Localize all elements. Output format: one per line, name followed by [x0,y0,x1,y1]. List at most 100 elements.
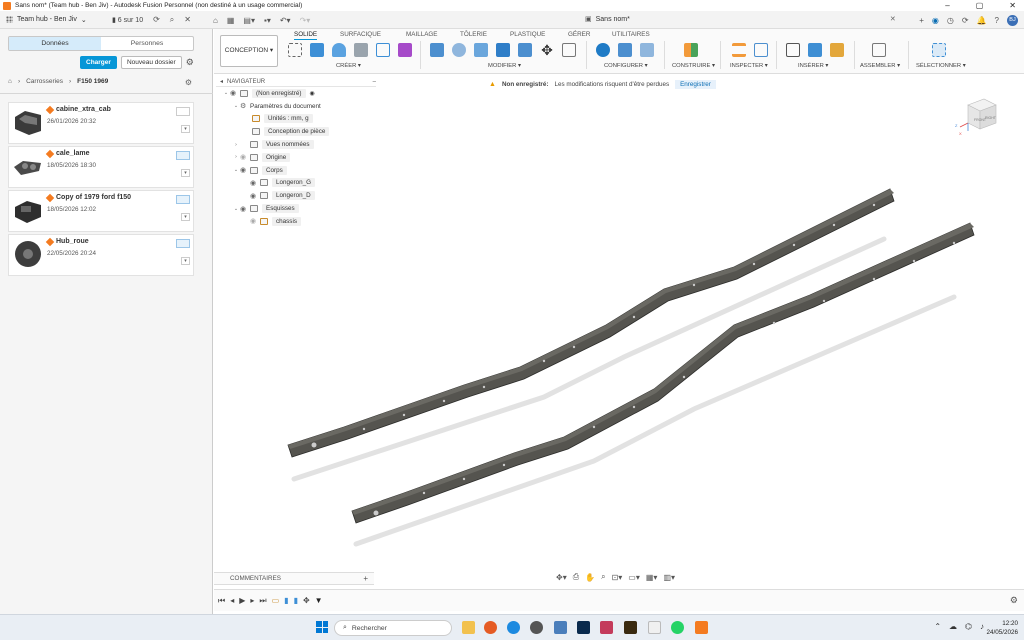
comments-panel[interactable]: COMMENTAIRES + [214,572,374,585]
insert-canvas-icon[interactable] [808,43,822,57]
settings-icon[interactable]: ⚙ [185,78,192,87]
interference-icon[interactable] [754,43,768,57]
add-comment-icon[interactable]: + [363,574,368,583]
firefox-icon[interactable] [484,621,497,634]
file-explorer-icon[interactable] [462,621,475,634]
minimize-button[interactable]: – [945,0,949,11]
timeline-extrude-icon[interactable]: ▮ [284,596,288,605]
chevron-down-icon[interactable]: ◂ [220,78,223,85]
pan-icon[interactable]: ✋ [585,573,595,582]
list-item[interactable]: Hub_roue 22/05/2026 20:24 ▾ [8,234,194,276]
group-assemble[interactable]: ASSEMBLER ▾ [860,63,900,69]
gear-icon[interactable]: ⚙ [186,57,194,68]
workspace-switcher[interactable]: CONCEPTION ▾ [220,35,278,67]
measure-icon[interactable] [732,43,746,57]
select-icon[interactable] [932,43,946,57]
display-settings-icon[interactable]: ▭▾ [628,573,640,582]
hole-icon[interactable] [354,43,368,57]
onedrive-icon[interactable]: ☁ [949,622,957,631]
create-sketch-icon[interactable] [288,43,302,57]
configure-rule-icon[interactable] [640,43,654,57]
job-status-pager[interactable]: ▮ 6 sur 10 [112,16,143,24]
save-icon[interactable]: ▪▾ [264,16,271,25]
help-icon[interactable]: ? [995,16,999,25]
fit-icon[interactable]: ⊡▾ [612,573,623,582]
go-to-end-icon[interactable]: ⏭ [259,596,266,606]
list-item[interactable]: cabine_xtra_cab 26/01/2026 20:32 ▾ [8,102,194,144]
tab-manage[interactable]: GÉRER [568,31,590,38]
viewports-icon[interactable]: ▥▾ [663,573,675,582]
pattern-icon[interactable] [376,43,390,57]
orbit-icon[interactable]: ✥▾ [556,573,567,582]
construct-plane-icon[interactable] [684,43,698,57]
align-icon[interactable] [562,43,576,57]
group-select[interactable]: SÉLECTIONNER ▾ [916,63,966,69]
list-item[interactable]: Copy of 1979 ford f150 18/05/2026 12:02 … [8,190,194,232]
version-button[interactable] [176,107,190,116]
chevron-up-icon[interactable]: ⌃ [934,622,941,631]
home-icon[interactable]: ⌂ [8,78,12,85]
grid-settings-icon[interactable]: ▦▾ [646,573,658,582]
chevron-down-icon[interactable]: ▾ [181,213,190,221]
group-modify[interactable]: MODIFIER ▾ [488,63,521,69]
configure-icon[interactable] [596,43,610,57]
collapse-icon[interactable]: – [373,79,376,85]
zoom-icon[interactable]: ⌕ [601,572,605,582]
hub-selector[interactable]: Team hub - Ben Jiv ⌄ [0,16,112,24]
extensions-icon[interactable]: ◉ [932,16,939,25]
clock[interactable]: 12:20 24/05/2026 [986,619,1018,637]
timeline-sketch-icon[interactable]: ▭ [272,596,280,605]
tab-plastic[interactable]: PLASTIQUE [510,31,545,38]
new-folder-button[interactable]: Nouveau dossier [120,56,182,69]
close-window-button[interactable]: ✕ [1009,0,1016,11]
new-tab-icon[interactable]: + [919,16,924,25]
edge-icon[interactable] [507,621,520,634]
group-create[interactable]: CRÉER ▾ [336,63,361,69]
file-menu-icon[interactable]: ▤▾ [243,16,255,25]
go-to-start-icon[interactable]: ⏮ [218,596,225,606]
undo-icon[interactable]: ↶▾ [280,16,291,25]
close-tab-icon[interactable]: ✕ [890,11,896,29]
group-configure[interactable]: CONFIGURER ▾ [604,63,648,69]
redo-icon[interactable]: ↷▾ [300,16,311,25]
tab-solid[interactable]: SOLIDE [294,31,318,40]
shell-icon[interactable] [496,43,510,57]
search-icon[interactable]: ⌕ [170,15,174,25]
fusion-taskbar-icon[interactable] [695,621,708,634]
combine-icon[interactable] [518,43,532,57]
look-at-icon[interactable]: ⎙ [573,572,579,582]
tab-surface[interactable]: SURFACIQUE [340,31,381,38]
calculator-icon[interactable] [554,621,567,634]
play-icon[interactable]: ▶ [239,596,245,605]
group-construct[interactable]: CONSTRUIRE ▾ [672,63,715,69]
notifications-icon[interactable]: 🔔 [977,16,987,25]
chevron-down-icon[interactable]: ▾ [181,257,190,265]
close-panel-icon[interactable]: ✕ [184,15,191,24]
tab-data[interactable]: Données [9,37,101,50]
step-back-icon[interactable]: ◂ [230,596,234,605]
version-button[interactable] [176,239,190,248]
network-icon[interactable]: ⌬ [965,622,972,631]
tab-mesh[interactable]: MAILLAGE [406,31,438,38]
timeline-extrude-icon[interactable]: ▮ [294,596,298,605]
refresh-icon[interactable]: ⟳ [153,15,160,24]
revolve-icon[interactable] [332,43,346,57]
insert-derive-icon[interactable] [786,43,800,57]
joint-icon[interactable] [872,43,886,57]
chevron-down-icon[interactable]: ▾ [181,169,190,177]
insert-mcmaster-icon[interactable] [830,43,844,57]
extrude-icon[interactable] [310,43,324,57]
version-button[interactable] [176,195,190,204]
chamfer-icon[interactable] [474,43,488,57]
avatar[interactable]: BJ [1007,14,1018,26]
press-pull-icon[interactable] [430,43,444,57]
chevron-down-icon[interactable]: ▾ [181,125,190,133]
job-status-icon[interactable]: ⟳ [962,16,969,25]
grid-menu-icon[interactable]: ▦ [227,16,235,25]
document-tab[interactable]: ▣ Sans nom* ✕ [585,11,896,29]
gear-icon[interactable]: ⚙ [1010,595,1018,606]
group-insert[interactable]: INSÉRER ▾ [798,63,828,69]
tab-sheet-metal[interactable]: TÔLERIE [460,31,487,38]
configure-table-icon[interactable] [618,43,632,57]
maximize-button[interactable]: ▢ [976,0,984,11]
